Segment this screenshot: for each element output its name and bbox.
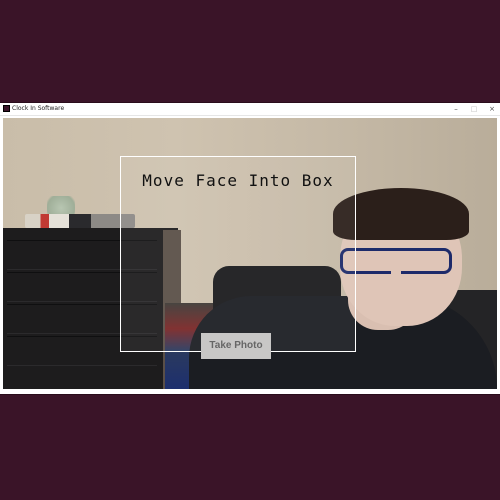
app-icon (3, 105, 10, 112)
dresser-items (25, 214, 135, 228)
camera-feed: Move Face Into Box Take Photo (3, 118, 497, 389)
maximize-button[interactable]: □ (465, 103, 483, 115)
close-button[interactable]: × (483, 103, 500, 115)
glasses (340, 248, 452, 274)
window-title: Clock In Software (12, 105, 65, 112)
face-prompt-text: Move Face Into Box (142, 171, 334, 190)
minimize-button[interactable]: – (447, 103, 465, 115)
app-window: Clock In Software – □ × Move Face Into B… (0, 103, 500, 394)
title-bar[interactable]: Clock In Software – □ × (0, 103, 500, 116)
take-photo-button[interactable]: Take Photo (201, 333, 271, 359)
